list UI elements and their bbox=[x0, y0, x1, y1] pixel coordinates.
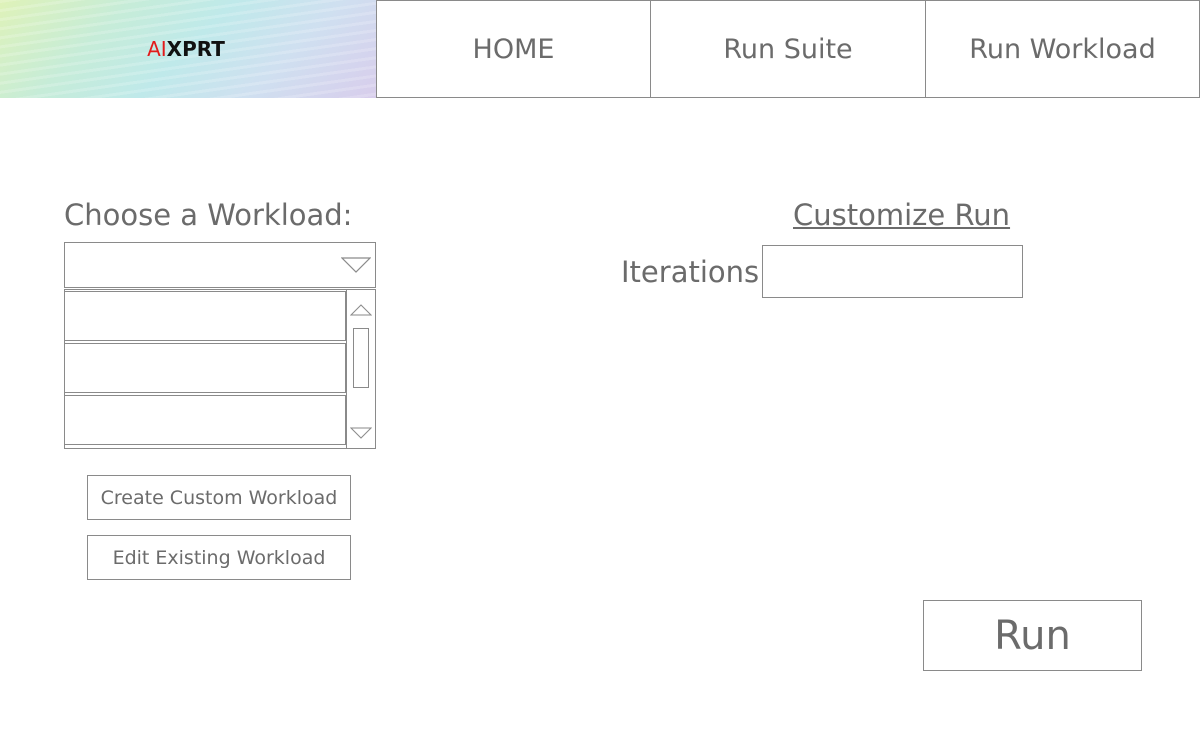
edit-existing-workload-button[interactable]: Edit Existing Workload bbox=[87, 535, 351, 580]
scrollbar-thumb[interactable] bbox=[353, 328, 369, 388]
chevron-down-icon[interactable] bbox=[340, 256, 372, 278]
tab-run-workload[interactable]: Run Workload bbox=[925, 0, 1200, 98]
iterations-input[interactable] bbox=[762, 245, 1023, 298]
workload-list bbox=[64, 289, 376, 449]
workload-list-scrollbar[interactable] bbox=[346, 290, 375, 448]
list-item[interactable] bbox=[65, 395, 346, 445]
scroll-down-arrow-icon[interactable] bbox=[349, 424, 373, 443]
iterations-label: Iterations: bbox=[621, 255, 769, 289]
list-item[interactable] bbox=[65, 343, 346, 393]
create-custom-workload-button[interactable]: Create Custom Workload bbox=[87, 475, 351, 520]
tab-run-suite[interactable]: Run Suite bbox=[650, 0, 926, 98]
logo-ai-text: AI bbox=[147, 37, 167, 61]
tab-home[interactable]: HOME bbox=[376, 0, 651, 98]
choose-workload-label: Choose a Workload: bbox=[64, 198, 353, 232]
customize-run-link[interactable]: Customize Run bbox=[793, 198, 1010, 232]
logo-xprt-text: XPRT bbox=[166, 37, 225, 61]
aixprt-logo: AIXPRT bbox=[147, 37, 225, 61]
workload-dropdown[interactable] bbox=[64, 242, 376, 288]
run-button[interactable]: Run bbox=[923, 600, 1142, 671]
list-item[interactable] bbox=[65, 291, 346, 341]
logo-banner: AIXPRT bbox=[0, 0, 376, 98]
scroll-up-arrow-icon[interactable] bbox=[349, 301, 373, 320]
